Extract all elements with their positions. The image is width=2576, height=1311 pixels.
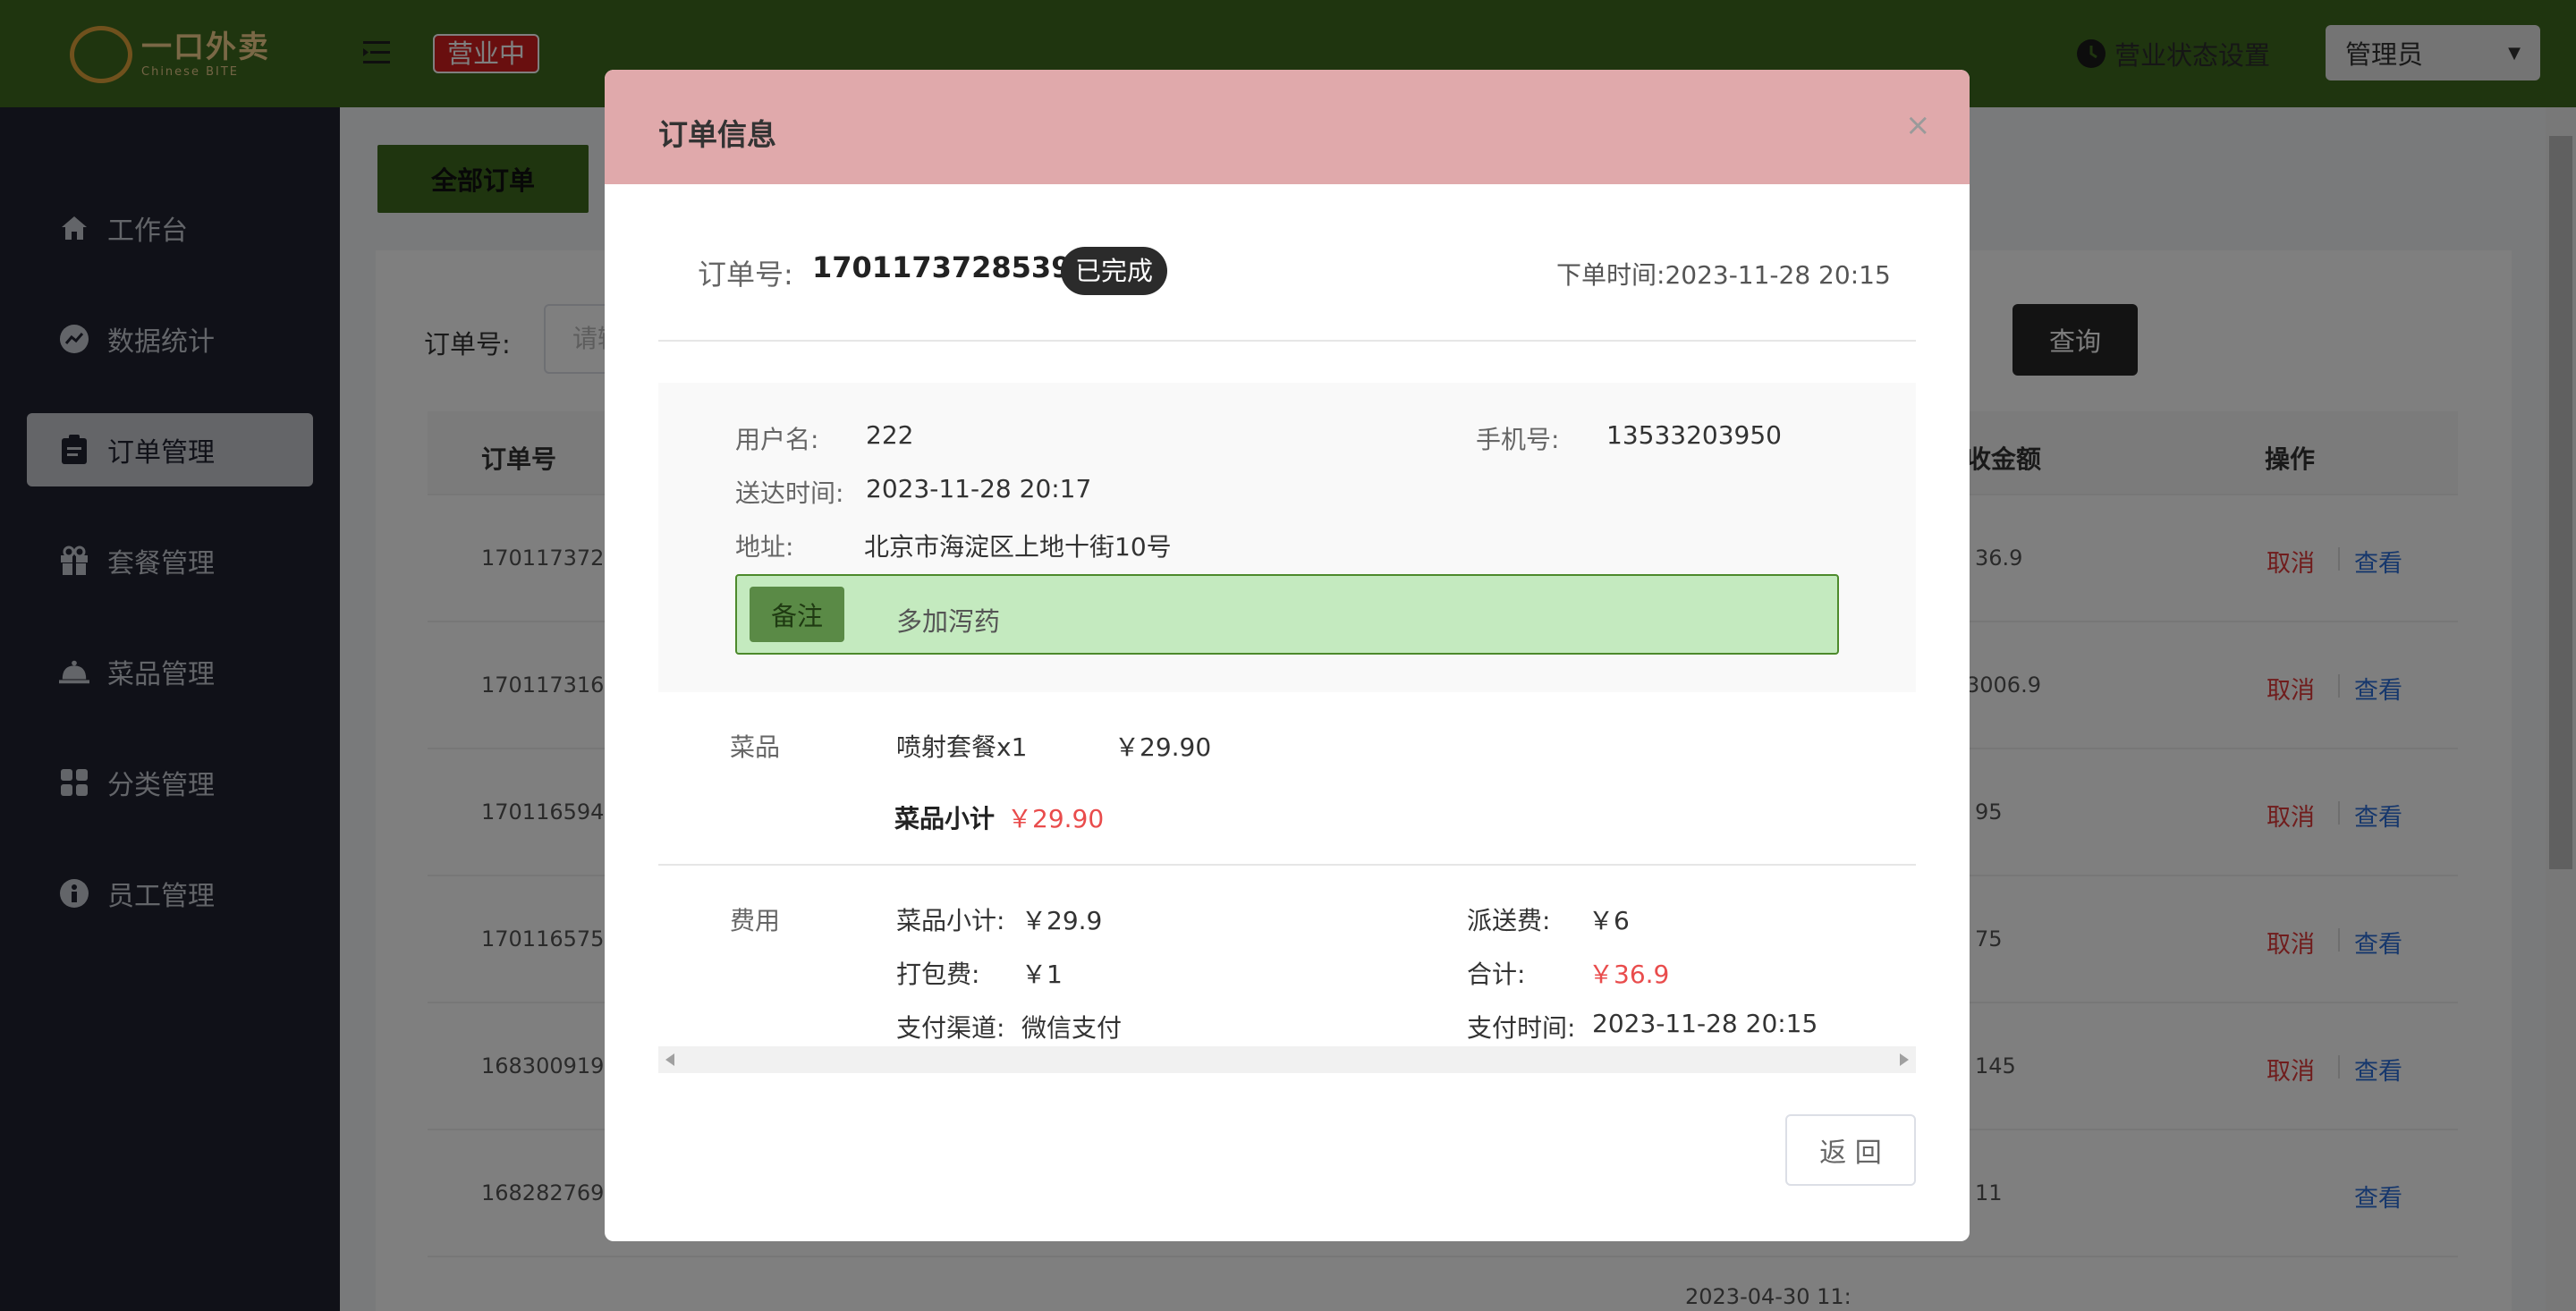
fee-subtotal-value: ￥29.9 [1021,906,1103,935]
order-time-value: 2023-11-28 20:15 [1665,260,1891,290]
order-detail-dialog: 订单信息 × 订单号: 1701173728539 已完成 下单时间:2023-… [605,70,1970,1241]
dish-name: 喷射套餐x1 [896,732,1028,762]
dialog-header [605,70,1970,184]
back-button[interactable]: 返 回 [1785,1114,1916,1186]
total-label: 合计: [1467,960,1526,989]
scroll-right-icon[interactable] [1898,1053,1909,1066]
phone-value: 13533203950 [1606,420,1782,450]
order-time-label: 下单时间: [1556,260,1665,290]
divider [658,864,1916,866]
fee-section-label: 费用 [730,906,781,935]
delivery-fee-value: ￥6 [1589,906,1630,935]
order-number-label: 订单号: [698,258,793,292]
order-number-value: 1701173728539 [812,250,1072,284]
username-label: 用户名: [735,425,819,454]
fee-subtotal-label: 菜品小计: [896,906,1005,935]
address-label: 地址: [735,532,794,562]
pay-channel-label: 支付渠道: [896,1013,1005,1043]
dish-price: ￥29.90 [1114,732,1212,762]
phone-label: 手机号: [1476,425,1560,454]
remark-text: 多加泻药 [896,606,1001,637]
remark-tag: 备注 [750,587,844,642]
divider [658,340,1916,342]
username-value: 222 [866,420,914,450]
dish-subtotal-label: 菜品小计 [894,804,996,833]
remark-box: 备注 多加泻药 [735,574,1839,655]
packing-fee-label: 打包费: [896,960,980,989]
total-value: ￥36.9 [1589,960,1670,989]
horizontal-scrollbar[interactable] [658,1046,1916,1073]
close-icon[interactable]: × [1905,107,1931,143]
address-value: 北京市海淀区上地十街10号 [864,532,1172,562]
order-time: 下单时间:2023-11-28 20:15 [1556,256,1891,292]
delivery-time-value: 2023-11-28 20:17 [866,474,1092,503]
delivery-fee-label: 派送费: [1467,906,1551,935]
order-status-badge: 已完成 [1061,247,1168,295]
pay-time-label: 支付时间: [1467,1013,1576,1043]
pay-channel-value: 微信支付 [1021,1013,1123,1043]
dish-subtotal-value: ￥29.90 [1007,804,1105,833]
dish-section-label: 菜品 [730,732,781,762]
packing-fee-value: ￥1 [1021,960,1063,989]
dialog-title: 订单信息 [658,117,776,152]
pay-time-value: 2023-11-28 20:15 [1592,1009,1818,1038]
scroll-left-icon[interactable] [665,1053,676,1066]
delivery-time-label: 送达时间: [735,478,844,508]
